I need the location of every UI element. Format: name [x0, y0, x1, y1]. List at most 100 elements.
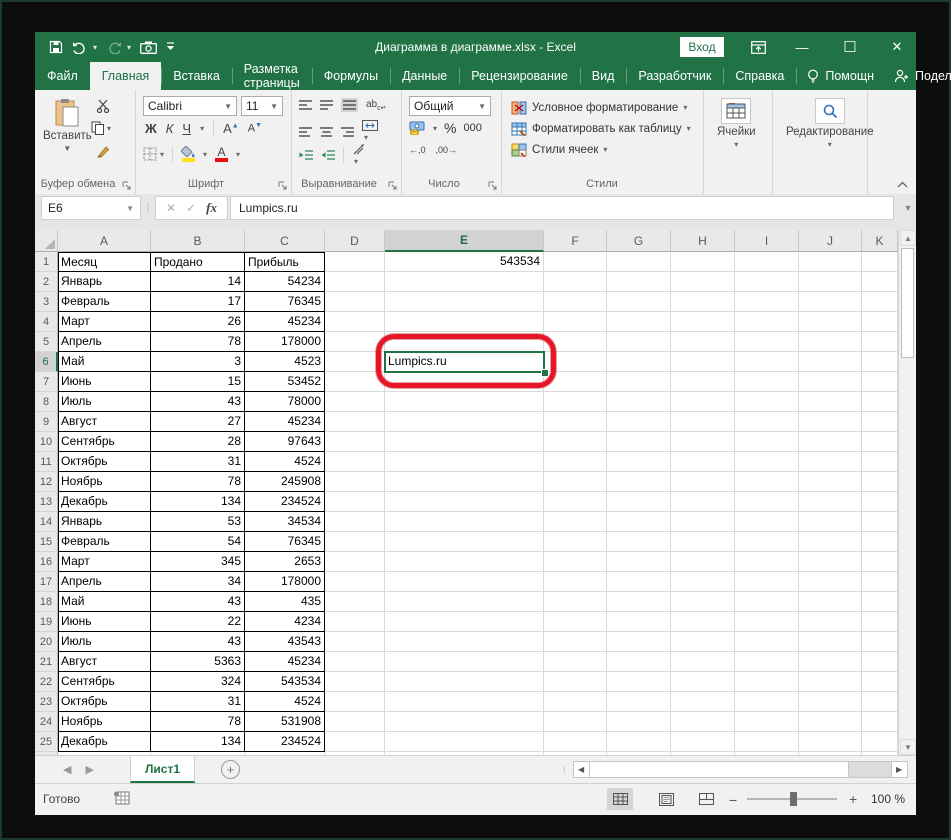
cell-C24[interactable]: 531908	[245, 712, 325, 732]
cell-A4[interactable]: Март	[58, 312, 151, 332]
cell-E22[interactable]	[385, 672, 544, 692]
cell-B11[interactable]: 31	[151, 452, 245, 472]
tab-Файл[interactable]: Файл	[35, 62, 90, 90]
cell-I6[interactable]	[735, 352, 799, 372]
cell-G4[interactable]	[607, 312, 671, 332]
cell-F17[interactable]	[544, 572, 607, 592]
cell-E19[interactable]	[385, 612, 544, 632]
row-header-17[interactable]: 17	[35, 572, 58, 592]
cell-K15[interactable]	[862, 532, 898, 552]
horizontal-scrollbar[interactable]	[589, 761, 891, 778]
cell-E8[interactable]	[385, 392, 544, 412]
cell-H14[interactable]	[671, 512, 735, 532]
cell-K1[interactable]	[862, 252, 898, 272]
column-header-D[interactable]: D	[325, 230, 385, 252]
font-dialog-launcher-icon[interactable]	[278, 181, 287, 190]
cell-I20[interactable]	[735, 632, 799, 652]
cell-A3[interactable]: Февраль	[58, 292, 151, 312]
cell-F15[interactable]	[544, 532, 607, 552]
decrease-decimal-icon[interactable]: ,00→	[436, 145, 458, 155]
cell-G9[interactable]	[607, 412, 671, 432]
cell-D7[interactable]	[325, 372, 385, 392]
cell-C21[interactable]: 45234	[245, 652, 325, 672]
normal-view-button[interactable]	[607, 788, 633, 810]
cell-F19[interactable]	[544, 612, 607, 632]
cell-C22[interactable]: 543534	[245, 672, 325, 692]
cell-C13[interactable]: 234524	[245, 492, 325, 512]
cell-F2[interactable]	[544, 272, 607, 292]
cell-D15[interactable]	[325, 532, 385, 552]
formula-bar-splitter[interactable]: ⁞	[141, 194, 155, 222]
insert-function-icon[interactable]: fx	[206, 200, 217, 216]
cell-E9[interactable]	[385, 412, 544, 432]
cell-K19[interactable]	[862, 612, 898, 632]
cell-B19[interactable]: 22	[151, 612, 245, 632]
cell-B4[interactable]: 26	[151, 312, 245, 332]
cell-A25[interactable]: Декабрь	[58, 732, 151, 752]
confirm-entry-icon[interactable]: ✓	[186, 201, 196, 215]
tab-Вид[interactable]: Вид	[579, 62, 627, 90]
cell-K23[interactable]	[862, 692, 898, 712]
cell-H2[interactable]	[671, 272, 735, 292]
cell-A23[interactable]: Октябрь	[58, 692, 151, 712]
zoom-level-label[interactable]: 100 %	[871, 792, 905, 806]
cell-A14[interactable]: Январь	[58, 512, 151, 532]
cell-H24[interactable]	[671, 712, 735, 732]
row-header-13[interactable]: 13	[35, 492, 58, 512]
cell-E25[interactable]	[385, 732, 544, 752]
cell-A21[interactable]: Август	[58, 652, 151, 672]
vertical-scrollbar[interactable]: ▲ ▼	[898, 230, 916, 755]
cell-D14[interactable]	[325, 512, 385, 532]
cell-F21[interactable]	[544, 652, 607, 672]
cell-K6[interactable]	[862, 352, 898, 372]
cell-E13[interactable]	[385, 492, 544, 512]
column-header-G[interactable]: G	[607, 230, 671, 252]
cell-C18[interactable]: 435	[245, 592, 325, 612]
tab-helper-label[interactable]: Помощн	[825, 69, 874, 83]
cell-C17[interactable]: 178000	[245, 572, 325, 592]
align-right-icon[interactable]	[341, 126, 354, 137]
undo-dropdown-icon[interactable]: ▾	[93, 43, 97, 52]
cell-K2[interactable]	[862, 272, 898, 292]
cell-E11[interactable]	[385, 452, 544, 472]
cell-J7[interactable]	[799, 372, 862, 392]
cell-C5[interactable]: 178000	[245, 332, 325, 352]
cell-H19[interactable]	[671, 612, 735, 632]
cell-C20[interactable]: 43543	[245, 632, 325, 652]
cell-F25[interactable]	[544, 732, 607, 752]
cell-A16[interactable]: Март	[58, 552, 151, 572]
cell-G22[interactable]	[607, 672, 671, 692]
row-header-21[interactable]: 21	[35, 652, 58, 672]
cell-K25[interactable]	[862, 732, 898, 752]
cell-H17[interactable]	[671, 572, 735, 592]
cell-G14[interactable]	[607, 512, 671, 532]
cell-D11[interactable]	[325, 452, 385, 472]
cell-K14[interactable]	[862, 512, 898, 532]
cell-F14[interactable]	[544, 512, 607, 532]
cell-A1[interactable]: Месяц	[58, 252, 151, 272]
cell-A12[interactable]: Ноябрь	[58, 472, 151, 492]
cell-G3[interactable]	[607, 292, 671, 312]
cell-E3[interactable]	[385, 292, 544, 312]
cell-B14[interactable]: 53	[151, 512, 245, 532]
cell-C2[interactable]: 54234	[245, 272, 325, 292]
cell-A13[interactable]: Декабрь	[58, 492, 151, 512]
cell-C7[interactable]: 53452	[245, 372, 325, 392]
cell-B6[interactable]: 3	[151, 352, 245, 372]
cell-J6[interactable]	[799, 352, 862, 372]
cell-I16[interactable]	[735, 552, 799, 572]
italic-button[interactable]: К	[166, 121, 174, 136]
cell-K10[interactable]	[862, 432, 898, 452]
align-middle-icon[interactable]	[320, 100, 333, 110]
conditional-formatting-button[interactable]: Условное форматирование ▾	[511, 97, 691, 118]
save-icon[interactable]	[49, 40, 63, 54]
cell-E24[interactable]	[385, 712, 544, 732]
cell-K20[interactable]	[862, 632, 898, 652]
cell-H11[interactable]	[671, 452, 735, 472]
column-header-F[interactable]: F	[544, 230, 607, 252]
cell-K11[interactable]	[862, 452, 898, 472]
cell-E18[interactable]	[385, 592, 544, 612]
underline-button[interactable]: Ч	[182, 121, 191, 136]
row-header-1[interactable]: 1	[35, 252, 58, 272]
cell-H5[interactable]	[671, 332, 735, 352]
